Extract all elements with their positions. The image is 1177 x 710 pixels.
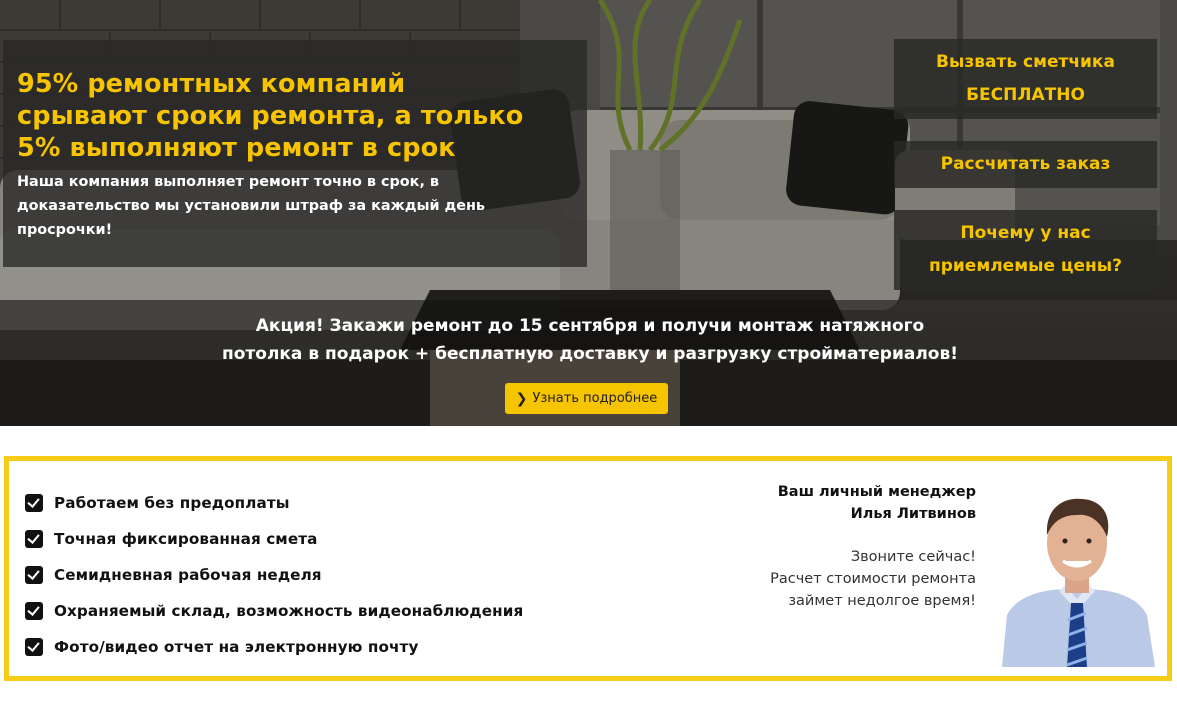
checkbox-checked-icon	[25, 602, 43, 620]
calculate-order-button[interactable]: Рассчитать заказ	[894, 141, 1157, 188]
button-label-line: Почему у нас	[960, 223, 1091, 243]
button-label-line: БЕСПЛАТНО	[966, 85, 1085, 105]
call-line: займет недолгое время!	[788, 593, 976, 609]
call-estimator-button[interactable]: Вызвать сметчика БЕСПЛАТНО	[894, 39, 1157, 119]
checkbox-checked-icon	[25, 494, 43, 512]
benefit-item: Работаем без предоплаты	[25, 485, 523, 521]
button-label-line: Вызвать сметчика	[936, 52, 1115, 72]
promo-line: Акция! Закажи ремонт до 15 сентября и по…	[255, 316, 925, 336]
checkbox-checked-icon	[25, 566, 43, 584]
headline: 95% ремонтных компаний срывают сроки рем…	[17, 68, 573, 164]
headline-line: 95% ремонтных компаний	[17, 69, 406, 99]
benefit-item: Семидневная рабочая неделя	[25, 557, 523, 593]
why-prices-button[interactable]: Почему у нас приемлемые цены?	[894, 210, 1157, 290]
benefit-text: Фото/видео отчет на электронную почту	[54, 638, 419, 656]
learn-more-label: Узнать подробнее	[532, 391, 658, 406]
button-label-line: приемлемые цены?	[928, 256, 1123, 276]
button-label-line: Рассчитать заказ	[940, 154, 1111, 174]
promo-text: Акция! Закажи ремонт до 15 сентября и по…	[170, 312, 1010, 368]
hero-banner: 95% ремонтных компаний срывают сроки рем…	[0, 0, 1177, 426]
checkbox-checked-icon	[25, 530, 43, 548]
call-line: Расчет стоимости ремонта	[770, 571, 976, 587]
manager-title: Ваш личный менеджер Илья Литвинов	[770, 481, 976, 525]
benefit-text: Работаем без предоплаты	[54, 494, 290, 512]
manager-call-text: Звоните сейчас! Расчет стоимости ремонта…	[770, 546, 976, 612]
benefit-text: Охраняемый склад, возможность видеонаблю…	[54, 602, 524, 620]
headline-line: 5% выполняют ремонт в срок	[17, 133, 456, 163]
headline-line: срывают сроки ремонта, а только	[17, 101, 524, 131]
benefit-item: Точная фиксированная смета	[25, 521, 523, 557]
manager-info: Ваш личный менеджер Илья Литвинов Звонит…	[770, 481, 976, 612]
promo-line: потолка в подарок + бесплатную доставку …	[221, 344, 958, 364]
benefit-item: Охраняемый склад, возможность видеонаблю…	[25, 593, 523, 629]
benefits-list: Работаем без предоплаты Точная фиксирова…	[25, 485, 523, 665]
checkbox-checked-icon	[25, 638, 43, 656]
manager-title-line: Ваш личный менеджер	[777, 484, 976, 500]
subline: Наша компания выполняет ремонт точно в с…	[17, 174, 486, 238]
benefit-item: Фото/видео отчет на электронную почту	[25, 629, 523, 665]
benefit-text: Точная фиксированная смета	[54, 530, 318, 548]
benefit-text: Семидневная рабочая неделя	[54, 566, 322, 584]
benefits-panel: Работаем без предоплаты Точная фиксирова…	[4, 456, 1172, 681]
learn-more-button[interactable]: ❯ Узнать подробнее	[505, 383, 668, 414]
manager-photo	[1002, 498, 1155, 667]
headline-box: 95% ремонтных компаний срывают сроки рем…	[3, 40, 587, 267]
call-line: Звоните сейчас!	[850, 549, 976, 565]
manager-name: Илья Литвинов	[850, 506, 976, 522]
chevron-right-icon: ❯	[515, 390, 528, 407]
